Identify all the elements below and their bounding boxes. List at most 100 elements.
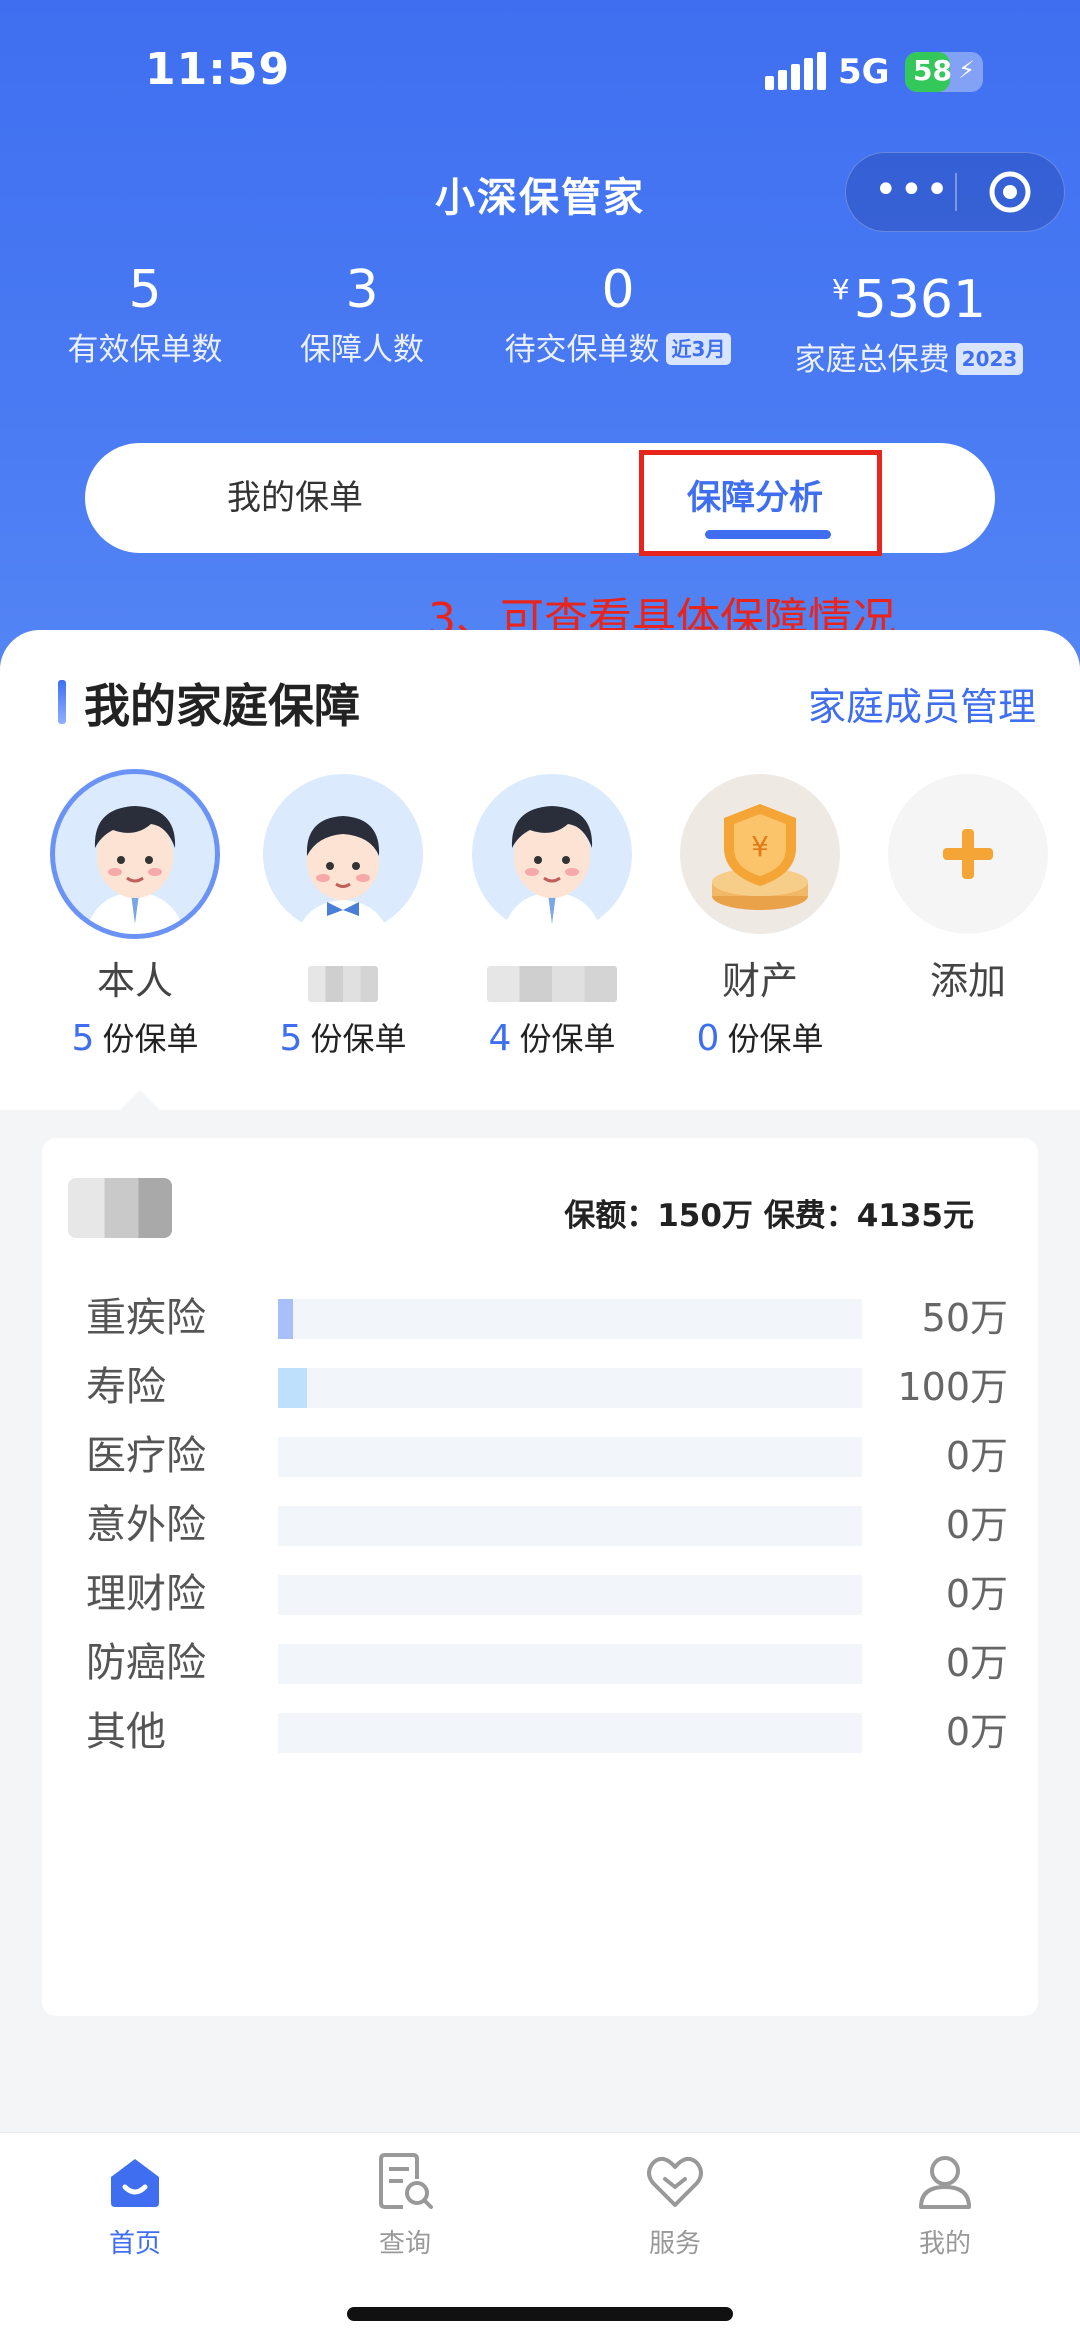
tab-label: 首页 [108,2229,161,2259]
tab-label: 查询 [378,2229,431,2259]
tab-my-policies[interactable]: 我的保单 [125,443,465,553]
member-name: 添加 [929,959,1006,1003]
summary-stats: 5 有效保单数 3 保障人数 0 待交保单数 近3月 ¥5361 家庭总保费 202… [0,255,1080,395]
member-name: 本人 [96,959,173,1003]
user-icon [919,2156,971,2209]
stat-valid-policies[interactable]: 5 有效保单数 [40,255,250,375]
section-title: 我的家庭保障 [84,679,360,733]
child-avatar-icon [263,774,423,934]
coverage-amount: 0万 [945,1434,1008,1478]
coverage-bar-track [278,1506,862,1546]
tab-service[interactable]: 服务 [585,2149,765,2260]
coverage-panel: 保额：150万 保费：4135元 重疾险 50万 寿险 100万 医疗险 0万 … [42,1138,1038,2016]
member-self[interactable]: 本人 5 份保单 [50,774,220,1060]
coverage-row[interactable]: 寿险 100万 [42,1357,1038,1417]
more-icon[interactable]: ••• [874,165,949,219]
stat-total-premium[interactable]: ¥5361 家庭总保费 2023 [778,255,1040,385]
close-target-icon[interactable] [988,170,1032,214]
capsule-divider [955,173,957,211]
coverage-bar-track [278,1368,862,1408]
shield-icon: ¥ [680,774,840,934]
stat-value: 5361 [853,270,987,330]
coverage-amount: 0万 [945,1503,1008,1547]
stat-value: 3 [345,260,379,320]
coverage-summary: 保额：150万 保费：4135元 [564,1198,974,1234]
annotation-highlight-box [639,450,882,556]
svg-text:¥: ¥ [751,830,769,863]
home-icon [111,2159,159,2207]
man-avatar-icon [55,774,215,934]
member-name: 财产 [721,959,798,1003]
member-name-redacted [258,956,428,1006]
coverage-bar-track [278,1437,862,1477]
redacted-avatar [68,1178,172,1238]
man-avatar-icon [472,774,632,934]
status-time: 11:59 [145,44,291,95]
coverage-bar-track [278,1644,862,1684]
coverage-bar-track [278,1713,862,1753]
coverage-bar [278,1368,307,1408]
currency-symbol: ¥ [831,273,850,306]
coverage-row[interactable]: 其他 0万 [42,1702,1038,1762]
member-child[interactable]: 5 份保单 [258,774,428,1060]
coverage-row[interactable]: 理财险 0万 [42,1564,1038,1624]
coverage-type: 理财险 [86,1571,206,1617]
coverage-row[interactable]: 医疗险 0万 [42,1426,1038,1486]
coverage-amount: 50万 [921,1296,1008,1340]
battery-icon: 58 ⚡ [905,52,983,92]
stat-pending-policies[interactable]: 0 待交保单数 近3月 [488,255,748,375]
coverage-bar-track [278,1299,862,1339]
period-badge: 近3月 [665,333,732,365]
coverage-row[interactable]: 重疾险 50万 [42,1288,1038,1348]
policy-count: 5 [71,1018,95,1059]
stat-value: 0 [601,260,635,320]
policy-unit: 份保单 [519,1020,616,1058]
family-coverage-section: 我的家庭保障 家庭成员管理 本人 5 份保单 5 份保单 4 份保单 ¥ 财产 … [0,630,1080,1110]
section-accent-bar [58,680,66,724]
coverage-row[interactable]: 意外险 0万 [42,1495,1038,1555]
stat-label: 保障人数 [300,332,424,368]
member-property[interactable]: ¥ 财产 0 份保单 [675,774,845,1060]
policy-unit: 份保单 [102,1020,199,1058]
miniprogram-capsule: ••• [845,152,1065,232]
query-icon [379,2153,433,2209]
policy-unit: 份保单 [727,1020,824,1058]
coverage-row[interactable]: 防癌险 0万 [42,1633,1038,1693]
tab-mine[interactable]: 我的 [855,2149,1035,2260]
battery-level: 58 [913,54,952,87]
signal-icon [765,52,826,90]
tab-label: 我的 [918,2229,971,2259]
family-manage-link[interactable]: 家庭成员管理 [808,676,1036,731]
tab-home[interactable]: 首页 [45,2149,225,2260]
policy-unit: 份保单 [310,1020,407,1058]
selection-pointer [118,1090,162,1110]
stat-label: 有效保单数 [67,332,223,368]
coverage-bar-track [278,1575,862,1615]
home-indicator [347,2307,733,2321]
status-bar: 11:59 5G 58 ⚡ [0,0,1080,140]
stat-label: 待交保单数 [504,332,660,368]
year-badge: 2023 [955,343,1024,375]
coverage-amount: 0万 [945,1641,1008,1685]
coverage-type: 意外险 [86,1502,206,1548]
stat-label: 家庭总保费 [794,342,950,378]
coverage-type: 医疗险 [86,1433,206,1479]
member-name-redacted [467,956,637,1006]
member-add[interactable]: 添加 [883,774,1053,1006]
redacted-name [308,965,378,1002]
coverage-type: 寿险 [86,1364,166,1410]
policy-count: 0 [696,1018,720,1059]
charging-icon: ⚡ [958,56,975,84]
coverage-amount: 0万 [945,1572,1008,1616]
tab-label: 服务 [648,2229,701,2259]
policy-count: 5 [279,1018,303,1059]
policy-count: 4 [488,1018,512,1059]
network-type: 5G [838,52,890,92]
coverage-type: 防癌险 [86,1640,206,1686]
tab-query[interactable]: 查询 [315,2149,495,2260]
redacted-name [487,965,617,1002]
stat-insured-persons[interactable]: 3 保障人数 [262,255,462,375]
coverage-type: 其他 [86,1709,166,1755]
member-spouse[interactable]: 4 份保单 [467,774,637,1060]
plus-icon [888,774,1048,934]
